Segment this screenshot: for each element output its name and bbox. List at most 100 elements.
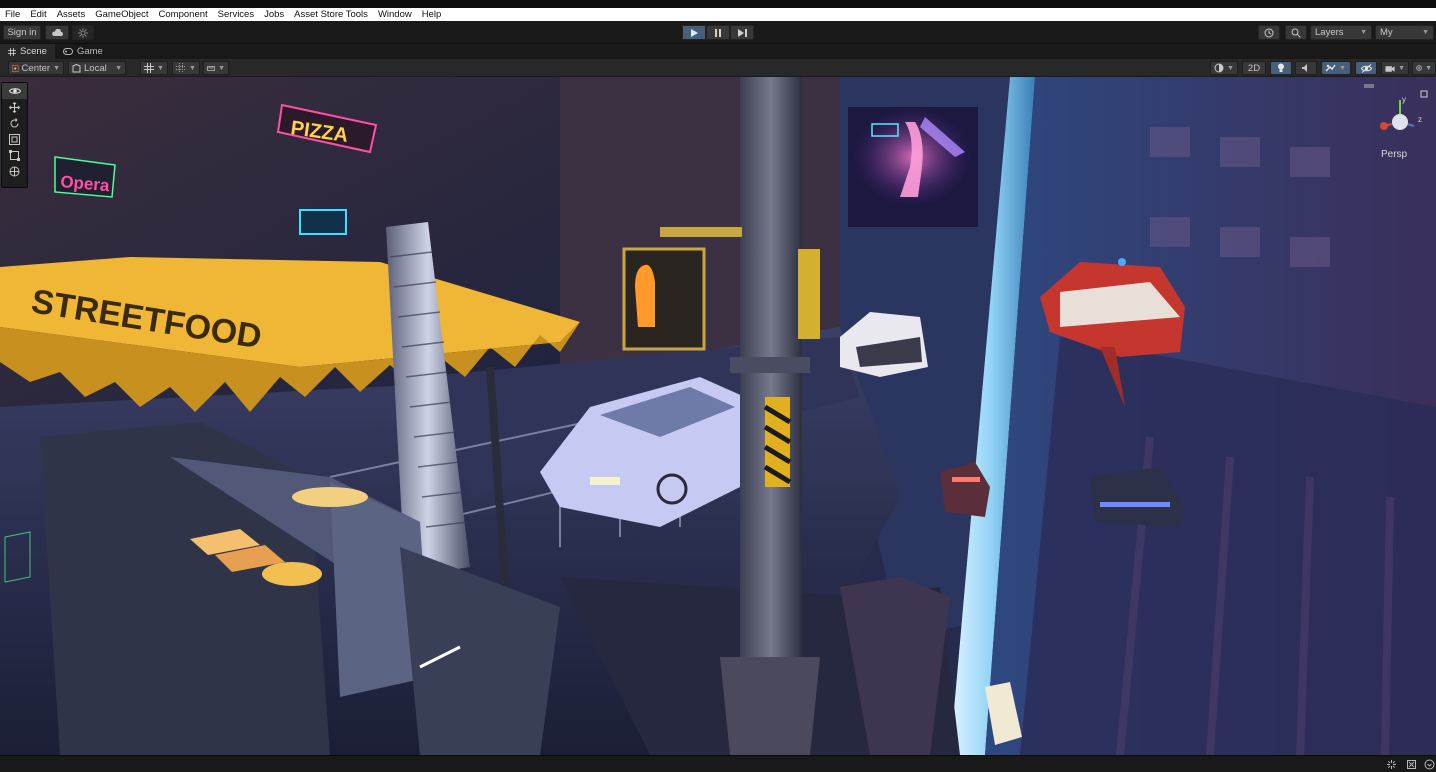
menu-window[interactable]: Window <box>373 8 417 21</box>
neon-box-sign <box>299 209 347 235</box>
cloud-icon <box>52 28 63 36</box>
progress-spinner-icon <box>1387 760 1396 769</box>
status-bar <box>0 755 1436 772</box>
chevron-down-icon: ▼ <box>1425 64 1432 72</box>
scale-tool[interactable] <box>2 131 27 147</box>
menu-services[interactable]: Services <box>213 8 259 21</box>
pivot-rotation-dropdown[interactable]: Local ▼ <box>68 61 126 75</box>
local-rotation-icon <box>72 63 81 72</box>
scene-toolbar: Center ▼ Local ▼ ▼ ▼ ▼ ▼ 2D ▼ ▼ ▼ <box>0 59 1436 77</box>
step-button[interactable] <box>730 25 754 40</box>
menu-edit[interactable]: Edit <box>25 8 51 21</box>
chevron-down-icon: ▼ <box>1422 29 1429 36</box>
effects-icon <box>1325 64 1336 72</box>
shaded-sphere-icon <box>1214 63 1224 73</box>
move-tool[interactable] <box>2 99 27 115</box>
history-button[interactable] <box>1258 25 1280 40</box>
chevron-down-icon: ▼ <box>53 64 60 72</box>
step-icon <box>737 28 747 37</box>
pivot-mode-dropdown[interactable]: Center ▼ <box>8 61 64 75</box>
debug-icon[interactable] <box>1406 759 1417 770</box>
scale-icon <box>9 133 20 145</box>
light-bulb-icon <box>1278 63 1284 72</box>
pause-icon <box>715 28 721 37</box>
menu-gameobject[interactable]: GameObject <box>90 8 153 21</box>
move-arrows-icon <box>9 101 20 113</box>
cloud-button[interactable] <box>45 25 69 40</box>
menu-asset-store-tools[interactable]: Asset Store Tools <box>289 8 373 21</box>
rect-tool[interactable] <box>2 147 27 163</box>
audio-icon <box>1302 64 1307 72</box>
play-button[interactable] <box>682 25 706 40</box>
svg-text:z: z <box>1418 115 1422 124</box>
menu-jobs[interactable]: Jobs <box>259 8 289 21</box>
pause-button[interactable] <box>706 25 730 40</box>
ruler-icon <box>207 65 216 71</box>
scene-viewport[interactable]: PIZZA Opera STREETFOOD y z Persp <box>0 77 1436 755</box>
editor-tab-bar: Scene Game <box>0 44 1436 59</box>
menu-file[interactable]: File <box>0 8 25 21</box>
camera-icon <box>1385 65 1395 72</box>
tab-game-label: Game <box>76 46 103 57</box>
transform-icon <box>9 166 20 176</box>
play-icon <box>691 28 698 37</box>
eye-icon <box>8 88 21 94</box>
menu-bar: File Edit Assets GameObject Component Se… <box>0 8 1436 21</box>
sign-in-button[interactable]: Sign in <box>3 25 41 40</box>
scene-visibility-toggle[interactable] <box>1355 61 1377 75</box>
menu-assets[interactable]: Assets <box>52 8 91 21</box>
scene-render: PIZZA Opera STREETFOOD y z Persp <box>0 77 1436 755</box>
draw-mode-dropdown[interactable]: ▼ <box>1210 61 1238 75</box>
tab-game[interactable]: Game <box>55 44 111 59</box>
chevron-down-icon: ▼ <box>218 64 225 72</box>
chevron-down-icon: ▼ <box>1398 64 1405 72</box>
tools-overlay <box>1 82 28 188</box>
collab-button[interactable] <box>72 25 94 40</box>
pivot-rotation-label: Local <box>84 62 107 74</box>
increment-snap-dropdown[interactable]: ▼ <box>203 61 229 75</box>
playback-controls <box>682 25 754 40</box>
grid-visibility-icon <box>176 63 186 73</box>
lighting-toggle[interactable] <box>1270 61 1292 75</box>
hidden-eye-icon <box>1360 63 1372 73</box>
grid-visibility-dropdown[interactable]: ▼ <box>172 61 200 75</box>
grid-snap-icon <box>144 63 154 73</box>
toggle-2d-button[interactable]: 2D <box>1242 61 1266 75</box>
layers-dropdown[interactable]: Layers ▼ <box>1310 25 1372 40</box>
history-icon <box>1264 28 1274 37</box>
rotate-tool[interactable] <box>2 115 27 131</box>
menu-component[interactable]: Component <box>154 8 213 21</box>
audio-toggle[interactable] <box>1295 61 1317 75</box>
rect-transform-icon <box>9 149 20 161</box>
search-button[interactable] <box>1285 25 1307 40</box>
gizmos-dropdown[interactable]: ▼ <box>1412 61 1436 75</box>
window-top-strip <box>0 0 1436 8</box>
collab-icon <box>78 27 88 38</box>
gizmo-globe-icon <box>1416 65 1422 71</box>
effects-dropdown[interactable]: ▼ <box>1321 61 1351 75</box>
projection-label: Persp <box>1381 149 1408 160</box>
search-icon <box>1291 28 1301 38</box>
chevron-down-icon: ▼ <box>115 64 122 72</box>
pivot-center-icon <box>12 64 19 72</box>
notifications-icon[interactable] <box>1424 759 1435 770</box>
transform-tool[interactable] <box>2 163 27 179</box>
menu-help[interactable]: Help <box>417 8 447 21</box>
camera-settings-dropdown[interactable]: ▼ <box>1381 61 1409 75</box>
layout-dropdown[interactable]: My ▼ <box>1375 25 1434 40</box>
view-tool[interactable] <box>2 83 27 99</box>
main-toolbar: Sign in Layers ▼ My ▼ <box>0 21 1436 44</box>
chevron-down-icon: ▼ <box>189 64 196 72</box>
layout-label: My <box>1380 27 1393 38</box>
tab-scene-label: Scene <box>20 46 47 57</box>
grid-icon <box>8 47 16 56</box>
chevron-down-icon: ▼ <box>1360 29 1367 36</box>
chevron-down-icon: ▼ <box>1339 64 1346 72</box>
chevron-down-icon: ▼ <box>157 64 164 72</box>
rotate-icon <box>10 117 19 127</box>
svg-text:y: y <box>1402 95 1406 104</box>
layers-label: Layers <box>1315 27 1344 38</box>
tab-scene[interactable]: Scene <box>0 44 55 59</box>
grid-snap-dropdown[interactable]: ▼ <box>140 61 168 75</box>
pivot-mode-label: Center <box>21 62 51 74</box>
